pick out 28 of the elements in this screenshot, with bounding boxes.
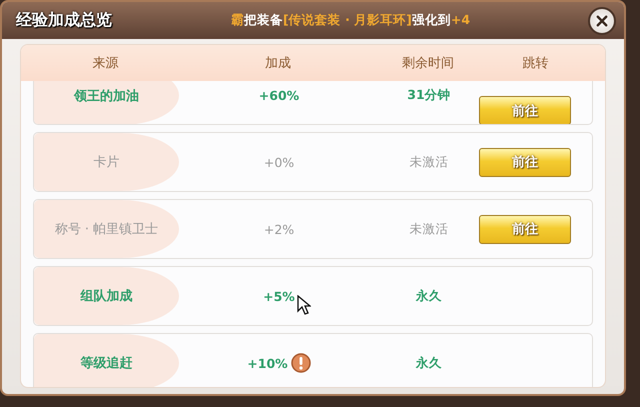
source-cell-text: 等级追赶 — [80, 355, 132, 372]
close-icon — [595, 14, 609, 28]
time-cell: 永久 — [416, 288, 442, 304]
close-button[interactable] — [588, 6, 616, 34]
window-title: 经验加成总览 — [16, 10, 113, 31]
go-button[interactable]: 前往 — [479, 214, 571, 244]
column-header: 剩余时间 — [401, 55, 455, 72]
column-header: 加成 — [264, 55, 292, 72]
bonus-cell: +5% — [263, 288, 295, 304]
source-cell-text: 组队加成 — [80, 288, 132, 305]
column-header: 跳转 — [522, 55, 550, 72]
go-button[interactable]: 前往 — [479, 96, 571, 124]
time-cell: 31分钟 — [407, 87, 451, 104]
notice-text: 霸把装备[传说套装 · 月影耳环]强化到+4 — [231, 12, 472, 29]
column-header: 来源 — [92, 55, 120, 72]
go-button[interactable]: 前往 — [479, 148, 571, 176]
source-cell-text: 称号 · 帕里镇卫士 — [54, 221, 158, 238]
time-cell: 未激活 — [410, 154, 448, 170]
bonus-cell: +10% — [247, 356, 288, 370]
time-cell: 永久 — [416, 354, 442, 372]
bonus-cell: +60% — [258, 88, 300, 103]
cursor-icon — [297, 295, 311, 315]
bonus-cell: +0% — [264, 154, 294, 170]
time-cell: 未激活 — [410, 220, 448, 238]
warning-icon[interactable] — [290, 353, 311, 373]
source-cell-text: 领王的加油 — [74, 88, 139, 104]
bonus-cell: +2% — [264, 222, 294, 236]
source-cell-text: 卡片 — [94, 154, 120, 171]
